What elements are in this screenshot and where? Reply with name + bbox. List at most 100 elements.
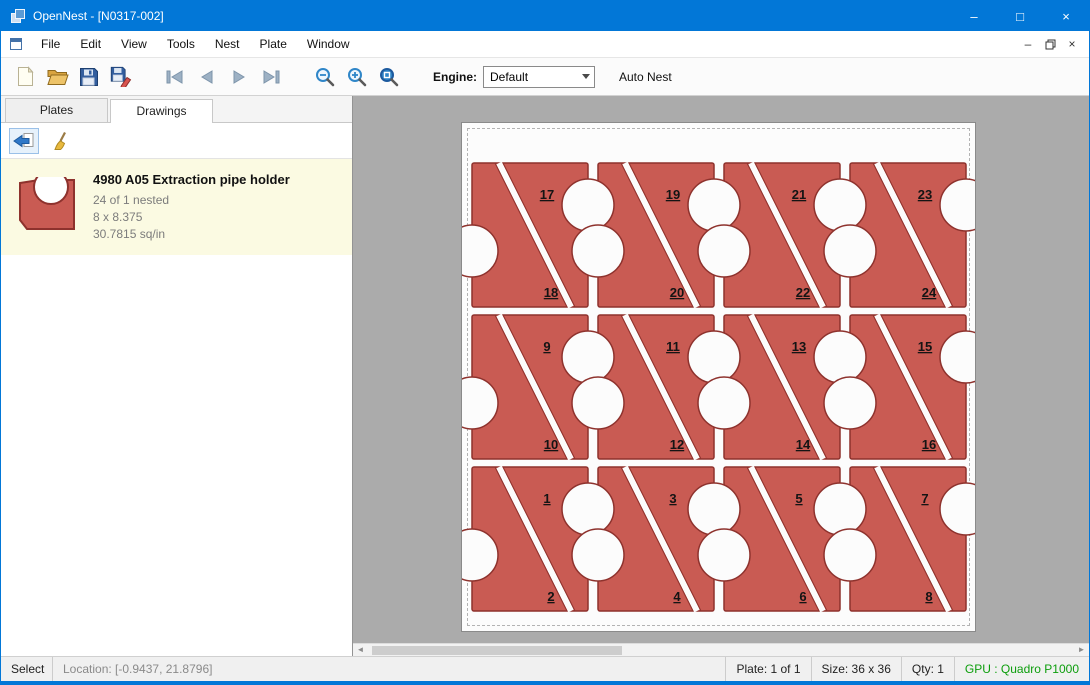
app-window: OpenNest - [N0317-002] – □ × File Edit V… — [0, 0, 1090, 685]
new-file-icon — [16, 66, 35, 87]
svg-text:9: 9 — [543, 339, 550, 354]
open-folder-icon — [46, 67, 69, 86]
toolbar: Engine: Default Auto Nest — [1, 58, 1089, 96]
first-icon — [164, 69, 186, 85]
save-icon — [79, 67, 99, 87]
svg-text:8: 8 — [925, 589, 932, 604]
new-button[interactable] — [9, 62, 41, 92]
nav-toolbar-group — [159, 62, 287, 92]
drawing-list-item[interactable]: 4980 A05 Extraction pipe holder 24 of 1 … — [1, 159, 352, 255]
svg-text:21: 21 — [792, 187, 806, 202]
sidebar: Plates Drawings — [1, 96, 352, 656]
engine-label: Engine: — [433, 70, 477, 84]
drawings-toolbar — [1, 123, 352, 159]
svg-text:16: 16 — [922, 437, 936, 452]
svg-text:15: 15 — [918, 339, 932, 354]
window-close-button[interactable]: × — [1043, 1, 1089, 31]
scrollbar-thumb[interactable] — [372, 646, 622, 655]
previous-plate-button[interactable] — [191, 62, 223, 92]
scroll-left-icon[interactable]: ◄ — [353, 644, 368, 656]
svg-text:1: 1 — [543, 491, 550, 506]
status-size: Size: 36 x 36 — [811, 657, 901, 681]
plate[interactable]: 171819202122232491011121314151612345678 — [461, 122, 976, 632]
zoom-in-button[interactable] — [341, 62, 373, 92]
menu-window[interactable]: Window — [297, 31, 360, 57]
drawing-info: 4980 A05 Extraction pipe holder 24 of 1 … — [93, 171, 290, 243]
first-plate-button[interactable] — [159, 62, 191, 92]
child-window-controls: – × — [1017, 35, 1089, 53]
engine-dropdown-button[interactable] — [577, 67, 594, 87]
sidebar-tabs: Plates Drawings — [1, 96, 352, 123]
window-title: OpenNest - [N0317-002] — [33, 9, 164, 23]
nest-canvas[interactable]: 171819202122232491011121314151612345678 … — [352, 96, 1089, 656]
blue-arrow-page-icon — [13, 132, 35, 150]
svg-text:4: 4 — [673, 589, 681, 604]
tab-plates[interactable]: Plates — [5, 98, 108, 122]
part-thumbnail — [17, 177, 77, 238]
menu-view[interactable]: View — [111, 31, 157, 57]
statusbar-spacer — [222, 657, 725, 681]
titlebar: OpenNest - [N0317-002] – □ × — [1, 1, 1089, 31]
drawing-nested-count: 24 of 1 nested — [93, 192, 290, 209]
statusbar: Select Location: [-0.9437, 21.8796] Plat… — [1, 656, 1089, 681]
drawing-title: 4980 A05 Extraction pipe holder — [93, 171, 290, 188]
menu-tools[interactable]: Tools — [157, 31, 205, 57]
save-button[interactable] — [73, 62, 105, 92]
svg-text:11: 11 — [666, 339, 680, 354]
svg-text:7: 7 — [921, 491, 928, 506]
zoom-toolbar-group — [309, 62, 405, 92]
status-plate: Plate: 1 of 1 — [725, 657, 810, 681]
svg-text:6: 6 — [799, 589, 806, 604]
save-as-button[interactable] — [105, 62, 137, 92]
next-plate-button[interactable] — [223, 62, 255, 92]
svg-text:22: 22 — [796, 285, 810, 300]
svg-text:23: 23 — [918, 187, 932, 202]
plate-parts[interactable]: 171819202122232491011121314151612345678 — [467, 159, 971, 620]
last-plate-button[interactable] — [255, 62, 287, 92]
menu-nest[interactable]: Nest — [205, 31, 250, 57]
engine-select[interactable]: Default — [483, 66, 595, 88]
open-button[interactable] — [41, 62, 73, 92]
window-controls: – □ × — [951, 1, 1089, 31]
svg-text:10: 10 — [544, 437, 558, 452]
clean-button[interactable] — [47, 128, 77, 154]
app-icon — [10, 8, 26, 24]
menu-edit[interactable]: Edit — [70, 31, 111, 57]
next-icon — [228, 69, 250, 85]
menu-plate[interactable]: Plate — [250, 31, 297, 57]
tab-drawings[interactable]: Drawings — [110, 99, 213, 123]
svg-text:18: 18 — [544, 285, 558, 300]
status-qty: Qty: 1 — [901, 657, 954, 681]
child-close-icon[interactable]: × — [1061, 35, 1083, 53]
child-minimize-icon[interactable]: – — [1017, 35, 1039, 53]
zoom-in-icon — [346, 66, 368, 88]
svg-text:13: 13 — [792, 339, 806, 354]
broom-icon — [52, 131, 72, 151]
drawing-area: 30.7815 sq/in — [93, 226, 290, 243]
menu-file[interactable]: File — [31, 31, 70, 57]
svg-text:24: 24 — [922, 285, 937, 300]
zoom-out-button[interactable] — [309, 62, 341, 92]
content-area: Plates Drawings — [1, 96, 1089, 656]
svg-text:20: 20 — [670, 285, 684, 300]
svg-text:17: 17 — [540, 187, 554, 202]
child-restore-icon[interactable] — [1039, 35, 1061, 53]
window-maximize-button[interactable]: □ — [997, 1, 1043, 31]
auto-nest-button[interactable]: Auto Nest — [611, 65, 680, 89]
engine-selected-value: Default — [484, 70, 577, 84]
return-to-plate-button[interactable] — [9, 128, 39, 154]
chevron-down-icon — [582, 74, 590, 79]
zoom-fit-button[interactable] — [373, 62, 405, 92]
window-minimize-button[interactable]: – — [951, 1, 997, 31]
svg-text:3: 3 — [669, 491, 676, 506]
svg-text:19: 19 — [666, 187, 680, 202]
scroll-right-icon[interactable]: ► — [1074, 644, 1089, 656]
horizontal-scrollbar[interactable]: ◄ ► — [353, 643, 1089, 656]
status-mode: Select — [1, 657, 53, 681]
document-icon[interactable] — [9, 37, 23, 51]
svg-text:14: 14 — [796, 437, 811, 452]
svg-text:2: 2 — [547, 589, 554, 604]
status-gpu: GPU : Quadro P1000 — [954, 657, 1089, 681]
scrollbar-track[interactable] — [368, 644, 1074, 656]
status-location: Location: [-0.9437, 21.8796] — [53, 657, 222, 681]
